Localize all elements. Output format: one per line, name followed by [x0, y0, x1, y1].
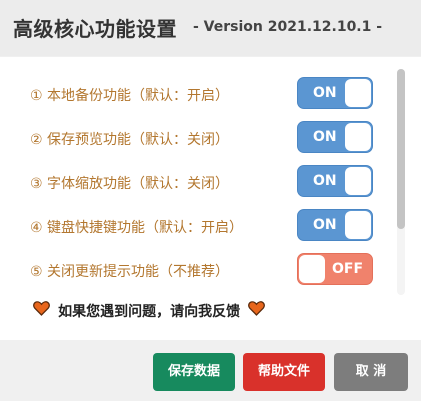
- setting-row-keyboard-shortcuts: ④ 键盘快捷键功能（默认：开启） ON: [0, 209, 390, 243]
- version-label: - Version 2021.12.10.1 -: [193, 19, 383, 35]
- dialog-header: 高级核心功能设置 - Version 2021.12.10.1 -: [0, 0, 421, 56]
- toggle-knob: [345, 79, 371, 107]
- font-zoom-toggle[interactable]: ON: [297, 165, 373, 197]
- save-preview-toggle[interactable]: ON: [297, 121, 373, 153]
- heart-icon: [33, 301, 50, 320]
- dialog-title: 高级核心功能设置: [13, 17, 177, 41]
- setting-row-update-prompt: ⑤ 关闭更新提示功能（不推荐） OFF: [0, 253, 390, 287]
- help-file-button[interactable]: 帮助文件: [243, 353, 325, 391]
- keyboard-shortcuts-toggle[interactable]: ON: [297, 209, 373, 241]
- toggle-state-text: OFF: [332, 261, 364, 277]
- toggle-state-text: ON: [313, 173, 337, 189]
- save-data-button[interactable]: 保存数据: [153, 353, 235, 391]
- setting-label: ⑤ 关闭更新提示功能（不推荐）: [30, 264, 230, 280]
- toggle-knob: [345, 211, 371, 239]
- setting-row-font-zoom: ③ 字体缩放功能（默认：关闭） ON: [0, 165, 390, 199]
- toggle-knob: [345, 123, 371, 151]
- toggle-knob: [345, 167, 371, 195]
- feedback-line: 如果您遇到问题，请向我反馈: [33, 300, 266, 320]
- toggle-knob: [299, 255, 325, 283]
- settings-scrollbar[interactable]: [397, 69, 405, 295]
- update-prompt-toggle[interactable]: OFF: [297, 253, 373, 285]
- setting-label: ① 本地备份功能（默认：开启）: [30, 88, 230, 104]
- heart-icon: [248, 301, 266, 320]
- toggle-state-text: ON: [313, 129, 337, 145]
- setting-label: ③ 字体缩放功能（默认：关闭）: [30, 176, 230, 192]
- scrollbar-thumb[interactable]: [397, 69, 405, 229]
- setting-row-local-backup: ① 本地备份功能（默认：开启） ON: [0, 77, 390, 111]
- cancel-button[interactable]: 取 消: [334, 353, 408, 391]
- setting-label: ④ 键盘快捷键功能（默认：开启）: [30, 220, 244, 236]
- setting-row-save-preview: ② 保存预览功能（默认：关闭） ON: [0, 121, 390, 155]
- local-backup-toggle[interactable]: ON: [297, 77, 373, 109]
- feedback-text: 如果您遇到问题，请向我反馈: [58, 303, 241, 320]
- toggle-state-text: ON: [313, 85, 337, 101]
- toggle-state-text: ON: [313, 217, 337, 233]
- setting-label: ② 保存预览功能（默认：关闭）: [30, 132, 230, 148]
